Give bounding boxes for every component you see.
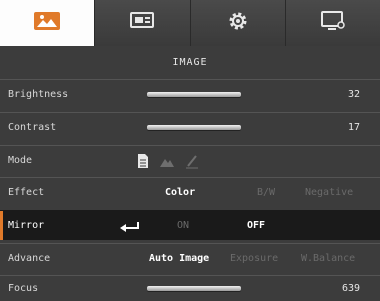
mode-options: [137, 153, 199, 173]
focus-label: Focus: [8, 283, 39, 294]
brightness-row[interactable]: Brightness 32: [0, 79, 380, 109]
monitor-settings-icon: [320, 10, 346, 36]
effect-label: Effect: [8, 187, 45, 198]
tab-settings[interactable]: [190, 0, 286, 46]
mirror-label: Mirror: [8, 220, 45, 231]
effect-row[interactable]: Effect Color B/W Negative: [0, 177, 380, 207]
mirror-option-on[interactable]: ON: [177, 220, 189, 231]
tab-image[interactable]: [0, 0, 96, 46]
mountain-icon[interactable]: [159, 153, 175, 173]
advance-option-exposure[interactable]: Exposure: [230, 253, 278, 264]
mode-row[interactable]: Mode: [0, 145, 380, 175]
contrast-row[interactable]: Contrast 17: [0, 112, 380, 142]
brightness-label: Brightness: [8, 89, 69, 100]
focus-slider[interactable]: [147, 286, 241, 291]
osd-menu: IMAGE Brightness 32 Contrast 17 Mode Eff…: [0, 0, 380, 301]
focus-value: 639: [341, 283, 360, 294]
enter-arrow-icon: [118, 219, 140, 238]
gear-icon: [227, 10, 249, 36]
tab-presentation[interactable]: [95, 0, 191, 46]
contrast-label: Contrast: [8, 122, 57, 133]
effect-option-bw[interactable]: B/W: [257, 187, 275, 198]
effect-option-negative[interactable]: Negative: [305, 187, 353, 198]
tab-display[interactable]: [285, 0, 380, 46]
brightness-value: 32: [347, 89, 360, 100]
image-icon: [33, 11, 61, 35]
page-title: IMAGE: [172, 57, 208, 68]
presentation-icon: [129, 11, 155, 35]
effect-option-color[interactable]: Color: [165, 187, 195, 198]
document-icon[interactable]: [137, 153, 149, 173]
contrast-value: 17: [347, 122, 360, 133]
contrast-slider[interactable]: [147, 125, 241, 130]
tab-bar: [0, 0, 380, 46]
advance-option-auto-image[interactable]: Auto Image: [149, 253, 209, 264]
brightness-slider[interactable]: [147, 92, 241, 97]
advance-row[interactable]: Advance Auto Image Exposure W.Balance: [0, 243, 380, 273]
mirror-row[interactable]: Mirror ON OFF: [0, 210, 380, 240]
pen-icon[interactable]: [185, 153, 199, 173]
advance-option-wbalance[interactable]: W.Balance: [301, 253, 355, 264]
advance-label: Advance: [8, 253, 51, 264]
focus-row[interactable]: Focus 639: [0, 275, 380, 301]
mirror-option-off[interactable]: OFF: [247, 220, 265, 231]
mode-label: Mode: [8, 155, 33, 166]
